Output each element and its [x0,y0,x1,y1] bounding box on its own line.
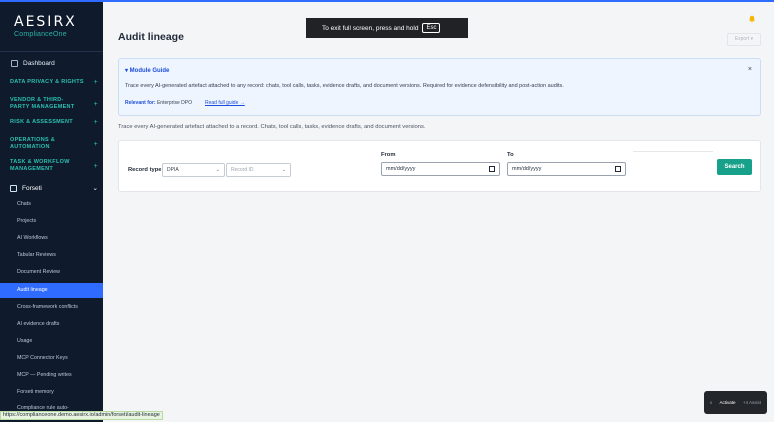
calendar-icon[interactable] [489,166,495,172]
page-description: Trace every AI-generated artefact attach… [118,124,426,130]
module-guide: ▾ Module Guide × Trace every AI-generate… [118,58,761,116]
sidebar-item-mcp-connector-keys[interactable]: MCP Connector Keys [17,355,68,361]
to-label: To [507,152,514,158]
section-label: VENDOR & THIRD-PARTY MANAGEMENT [10,97,75,110]
sidebar-item-usage[interactable]: Usage [17,338,32,344]
status-bar-url: https://complianceone.demo.aesirx.io/adm… [0,411,163,420]
sidebar-section-data-privacy[interactable]: DATA PRIVACY & RIGHTS + [10,79,98,86]
toast-text: To exit full screen, press and hold [322,24,419,32]
brand-subtitle: ComplianceOne [14,31,67,38]
main-content: Audit lineage Export ▾ To exit full scre… [103,2,774,422]
dashboard-icon [11,60,18,67]
chevron-down-icon: ⌄ [215,167,220,173]
to-date-input[interactable]: mm/dd/yyyy [507,162,626,176]
widget-status: +4 Assist [742,400,761,405]
sidebar-item-dashboard[interactable]: Dashboard [11,60,55,67]
sidebar-section-vendor[interactable]: VENDOR & THIRD-PARTY MANAGEMENT + [10,97,98,111]
esc-key: Esc [422,23,441,33]
from-date-value: mm/dd/yyyy [386,166,416,172]
record-id-select[interactable]: Record ID ⌄ [226,163,291,177]
relevant-value: Enterprise DPO [156,100,192,106]
relevant-label: Relevant for: [125,100,156,106]
plus-icon: + [93,162,98,170]
chevron-down-icon: ⌄ [281,167,286,173]
forseti-icon [10,184,17,192]
export-button[interactable]: Export ▾ [727,33,761,46]
from-label: From [381,152,396,158]
chevron-down-icon: ⌄ [92,185,98,192]
section-label: OPERATIONS & AUTOMATION [10,137,56,150]
plus-icon: + [93,100,98,108]
bell-icon[interactable] [748,15,756,23]
close-icon[interactable]: x [710,400,712,405]
sidebar-section-risk[interactable]: RISK & ASSESSMENT + [10,119,98,126]
sidebar-item-label: Audit lineage [17,287,48,293]
sidebar-item-label: Dashboard [23,60,55,67]
sidebar-item-tabular-reviews[interactable]: Tabular Reviews [17,252,56,258]
plus-icon: + [93,119,98,126]
section-label: RISK & ASSESSMENT [10,119,73,125]
sidebar-item-ai-workflows[interactable]: AI Workflows [17,235,48,241]
sidebar-item-chats[interactable]: Chats [17,201,31,207]
sidebar-item-projects[interactable]: Projects [17,218,36,224]
sidebar: AESIRX ComplianceOne Dashboard DATA PRIV… [0,2,103,422]
sidebar-item-mcp-pending-writes[interactable]: MCP — Pending writes [17,372,72,378]
record-type-value: DPIA [167,167,179,173]
sidebar-group-forseti[interactable]: Forseti ⌄ [10,184,98,192]
record-id-placeholder: Record ID [231,167,254,173]
forseti-label: Forseti [22,184,42,192]
sidebar-item-ai-evidence-drafts[interactable]: AI evidence drafts [17,321,59,327]
close-icon[interactable]: × [748,66,752,73]
record-type-label: Record type [128,167,162,173]
brand-name: AESIRX [14,14,77,30]
from-date-input[interactable]: mm/dd/yyyy [381,162,500,176]
section-label: DATA PRIVACY & RIGHTS [10,79,84,85]
calendar-icon[interactable] [615,166,621,172]
sidebar-section-task[interactable]: TASK & WORKFLOW MANAGEMENT + [10,159,98,173]
sidebar-divider [0,51,103,52]
sidebar-item-document-review[interactable]: Document Review [17,269,60,275]
sidebar-item-forseti-memory[interactable]: Forseti memory [17,389,54,395]
search-button[interactable]: Search [717,159,752,175]
plus-icon: + [93,79,98,86]
record-type-select[interactable]: DPIA ⌄ [162,163,225,177]
plus-icon: + [93,140,98,148]
to-date-value: mm/dd/yyyy [512,166,542,172]
module-guide-toggle[interactable]: ▾ Module Guide [125,67,169,74]
sidebar-section-operations[interactable]: OPERATIONS & AUTOMATION + [10,137,98,151]
activate-widget[interactable]: x Activate +4 Assist [704,391,767,414]
sidebar-item-audit-lineage[interactable]: Audit lineage [0,283,103,298]
section-label: TASK & WORKFLOW MANAGEMENT [10,159,70,172]
page-title: Audit lineage [118,31,184,43]
module-guide-text: Trace every AI-generated artefact attach… [125,83,564,89]
activate-label[interactable]: Activate [720,400,736,405]
divider [633,151,713,152]
logo[interactable]: AESIRX ComplianceOne [14,14,94,42]
sidebar-item-cross-framework-conflicts[interactable]: Cross-framework conflicts [17,304,78,310]
filter-panel: Record type DPIA ⌄ Record ID ⌄ From mm/d… [118,140,761,192]
relevant-for: Relevant for: Enterprise DPO [125,100,192,106]
read-full-guide-link[interactable]: Read full guide → [205,100,245,106]
fullscreen-toast: To exit full screen, press and hold Esc [306,18,468,38]
